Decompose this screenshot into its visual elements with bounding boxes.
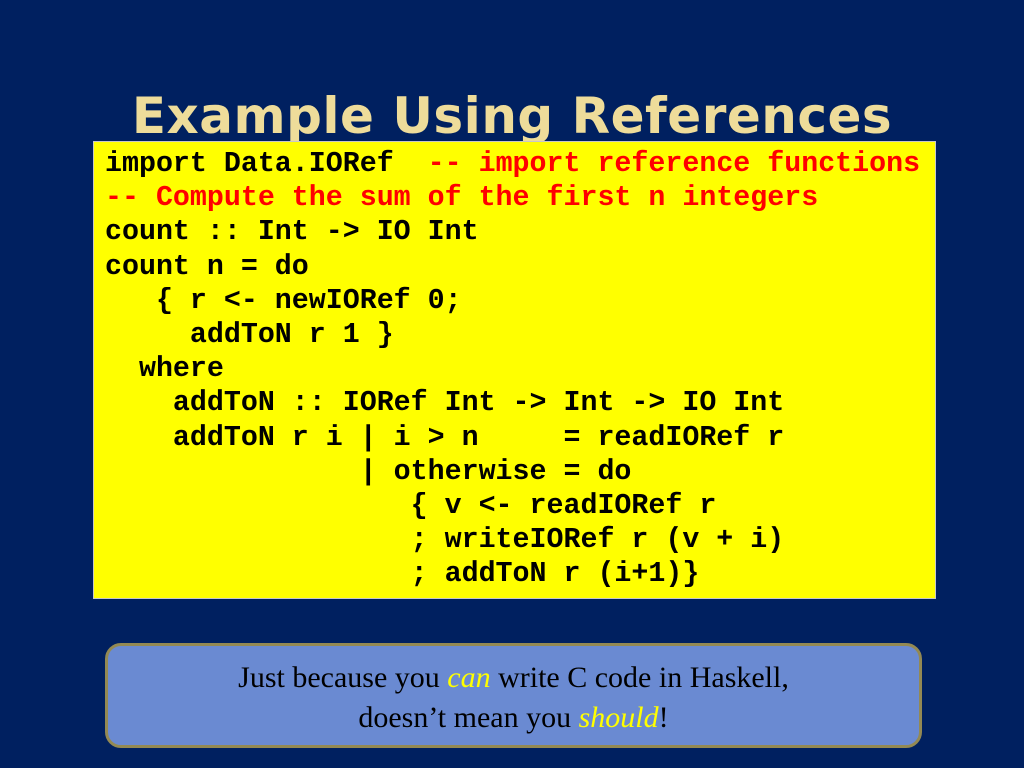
code-line: { r <- newIORef 0; — [105, 284, 920, 318]
code-line: ; writeIORef r (v + i) — [105, 523, 920, 557]
callout-text: doesn’t mean you — [358, 701, 579, 734]
code-text: ; writeIORef r (v + i) — [105, 524, 785, 557]
code-text: where — [105, 353, 224, 386]
code-listing: import Data.IORef -- import reference fu… — [105, 147, 920, 591]
code-text: addToN :: IORef Int -> Int -> IO Int — [105, 387, 785, 420]
code-comment: -- import reference functions — [427, 148, 921, 180]
code-text: addToN r 1 } — [105, 318, 394, 351]
code-line: where — [105, 352, 920, 386]
code-text: { v <- readIORef r — [105, 489, 717, 522]
code-line: -- Compute the sum of the first n intege… — [105, 181, 920, 215]
callout-box: Just because you can write C code in Has… — [105, 643, 922, 748]
code-line: addToN r i | i > n = readIORef r — [105, 421, 920, 455]
code-line: import Data.IORef -- import reference fu… — [105, 147, 920, 181]
code-line: count :: Int -> IO Int — [105, 215, 920, 249]
callout-line-2: doesn’t mean you should! — [108, 698, 919, 738]
code-text: | otherwise = do — [105, 455, 632, 488]
code-line: addToN r 1 } — [105, 318, 920, 352]
callout-text: write C code in Haskell, — [490, 661, 789, 694]
code-line: | otherwise = do — [105, 455, 920, 489]
callout-line-1: Just because you can write C code in Has… — [108, 658, 919, 698]
code-line: { v <- readIORef r — [105, 489, 920, 523]
code-comment: -- Compute the sum of the first n intege… — [105, 182, 819, 215]
code-line: addToN :: IORef Int -> Int -> IO Int — [105, 386, 920, 420]
code-line: ; addToN r (i+1)} — [105, 557, 920, 591]
code-line: count n = do — [105, 250, 920, 284]
code-text: { r <- newIORef 0; — [105, 284, 462, 317]
code-text: count n = do — [105, 250, 309, 283]
callout-text: ! — [658, 701, 669, 734]
code-text: import Data.IORef — [105, 148, 428, 180]
callout-text: Just because you — [238, 661, 448, 694]
callout-emphasis: can — [447, 661, 491, 694]
code-text: count :: Int -> IO Int — [105, 216, 479, 249]
code-block: import Data.IORef -- import reference fu… — [93, 141, 936, 599]
callout-emphasis: should — [578, 701, 659, 734]
code-text: ; addToN r (i+1)} — [105, 558, 700, 591]
code-text: addToN r i | i > n = readIORef r — [105, 421, 785, 454]
